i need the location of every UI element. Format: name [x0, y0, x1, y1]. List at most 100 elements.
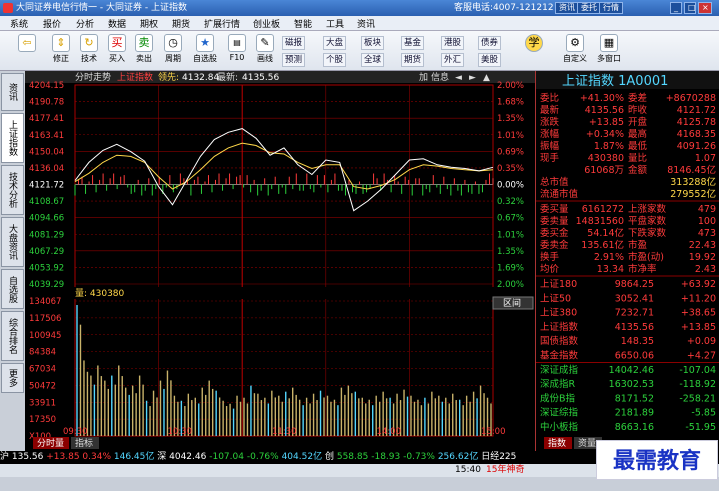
index-name[interactable]: 上证180 [540, 279, 577, 290]
chart-prev-value: 4132.84 [182, 73, 219, 83]
price-tick-label: 4150.04 [29, 147, 64, 157]
index-change: +38.65 [681, 308, 716, 319]
window-title: 大同证券电信行情一 - 大同证券 - 上证指数 [16, 3, 187, 13]
tab-ranking[interactable]: 综合排名 [1, 311, 24, 361]
time-tick-label: 09:30 [63, 427, 88, 437]
index-name[interactable]: 基金指数 [540, 350, 579, 362]
tab-tech-analysis[interactable]: 技术分析 [1, 165, 24, 215]
index-name[interactable]: 上证380 [540, 308, 577, 319]
news-button[interactable]: 资讯 [555, 2, 579, 14]
info-value: +13.85 [589, 117, 624, 128]
info-value: 22.43 [689, 240, 716, 251]
tab-market-news[interactable]: 大盘资讯 [1, 217, 24, 267]
price-line [74, 128, 494, 212]
index-name[interactable]: 深证综指 [540, 407, 579, 419]
intraday-chart[interactable]: 分时走势 上证指数 领先: 4132.84 最新: 4135.56 加 信息 ◄… [25, 71, 535, 451]
tech-button[interactable]: ↻ 技术 [76, 34, 102, 68]
info-label: 委买量 [540, 203, 569, 215]
menu-quote[interactable]: 报价 [43, 17, 61, 30]
dropdown-hk[interactable]: 港股 [441, 36, 465, 50]
info-tab-volume[interactable]: 资量 [578, 438, 596, 449]
f10-button[interactable]: ▤ F10 [224, 34, 250, 68]
index-name[interactable]: 成份B指 [540, 392, 576, 404]
info-value: 8146.45亿 [667, 164, 716, 176]
minimize-icon[interactable]: _ [670, 2, 682, 14]
close-icon[interactable]: × [698, 2, 712, 14]
draw-button[interactable]: ✎ 画线 [252, 34, 278, 68]
sell-button[interactable]: 卖卖出 [131, 34, 157, 68]
study-icon: 学 [525, 34, 543, 52]
bottom-tab-volume[interactable]: 分时量 [37, 437, 64, 449]
dropdown-crack[interactable]: 磁报 [282, 36, 306, 50]
maximize-icon[interactable]: □ [684, 2, 696, 14]
index-name[interactable]: 深证成指 [540, 364, 579, 376]
dropdown-us[interactable]: 美股 [478, 53, 502, 67]
tab-more[interactable]: 更多 [1, 363, 24, 393]
toolbar: ⇦ ⇕ 修正 ↻ 技术 买买入 卖卖出 ◷ 周期 ★ 自选股 ▤ F10 ✎ 画线 磁报 大… [0, 31, 719, 71]
menu-tools[interactable]: 工具 [326, 17, 344, 30]
volume-tick-label: 117506 [29, 314, 61, 324]
info-label: 市盈 [628, 239, 648, 251]
buy-button[interactable]: 买买入 [104, 34, 130, 68]
buy-icon: 买 [108, 34, 126, 52]
bottom-tab-indicator[interactable]: 指标 [75, 437, 93, 449]
tab-watchlist[interactable]: 自选股 [1, 269, 24, 309]
custom-button[interactable]: ⚙ 自定义 [560, 34, 590, 68]
menu-extended[interactable]: 扩展行情 [204, 17, 240, 30]
info-tab-index[interactable]: 指数 [548, 437, 566, 449]
dropdown-fund[interactable]: 基金 [401, 36, 425, 50]
period-button[interactable]: ◷ 周期 [160, 34, 186, 68]
menu-smart[interactable]: 智能 [294, 17, 312, 30]
index-change: +4.27 [687, 351, 716, 362]
quote-info-panel: 上证指数 1A0001 委比 +41.30% 委差 +8670288 最新 4135.56… [535, 71, 719, 451]
index-change: -5.85 [691, 408, 716, 419]
info-value: 61068万 [584, 165, 624, 176]
dropdown-futures[interactable]: 期货 [401, 53, 425, 67]
dropdown-sector[interactable]: 板块 [361, 36, 385, 50]
tab-news[interactable]: 资讯 [1, 73, 24, 111]
chart-info-button[interactable]: 信息 [431, 71, 449, 83]
revise-button[interactable]: ⇕ 修正 [48, 34, 74, 68]
price-tick-label: 4190.78 [29, 98, 64, 108]
menu-chinext[interactable]: 创业板 [253, 17, 280, 30]
back-button[interactable]: ⇦ [14, 34, 40, 68]
dropdown-global[interactable]: 全球 [361, 53, 385, 67]
menu-news[interactable]: 资讯 [357, 17, 375, 30]
index-name[interactable]: 上证50 [540, 293, 571, 304]
left-tab-strip: 资讯 上证指数 技术分析 大盘资讯 自选股 综合排名 更多 [0, 71, 25, 451]
menu-options[interactable]: 期权 [140, 17, 158, 30]
volume-range-button[interactable]: 区间 [503, 297, 521, 309]
menu-futures[interactable]: 期货 [172, 17, 190, 30]
chart-nav-left-icon[interactable]: ◄ [455, 73, 462, 83]
dropdown-stock[interactable]: 个股 [323, 53, 347, 67]
index-value: 148.35 [621, 336, 654, 347]
study-button[interactable]: 学 [523, 34, 545, 68]
title-bar: 大同证券电信行情一 - 大同证券 - 上证指数 客服电话:4007-121212… [0, 0, 719, 16]
pct-tick-label: 0.69% [497, 147, 524, 157]
dropdown-forex[interactable]: 外汇 [441, 53, 465, 67]
tab-sh-index[interactable]: 上证指数 [1, 113, 24, 163]
info-label: 昨收 [628, 104, 648, 116]
index-name[interactable]: 深成指R [540, 378, 576, 390]
trade-button[interactable]: 委托 [577, 2, 601, 14]
chart-nav-right-icon[interactable]: ► [469, 73, 476, 83]
index-name[interactable]: 中小板指 [540, 421, 579, 433]
info-value: 54.14亿 [587, 227, 624, 239]
watchlist-button[interactable]: ★ 自选股 [192, 34, 218, 68]
info-value: 19.92 [689, 252, 716, 263]
index-name[interactable]: 国债指数 [540, 335, 579, 347]
dropdown-market[interactable]: 大盘 [323, 36, 347, 50]
chart-add-button[interactable]: 加 [419, 72, 428, 83]
info-label: 总市值 [540, 176, 569, 188]
index-name[interactable]: 上证指数 [540, 321, 579, 333]
info-label: 最低 [628, 140, 648, 152]
multiwindow-button[interactable]: ▦ 多窗口 [594, 34, 624, 68]
menu-data[interactable]: 数据 [108, 17, 126, 30]
quote-button[interactable]: 行情 [599, 2, 623, 14]
dropdown-forecast[interactable]: 预测 [282, 53, 306, 67]
dropdown-bond[interactable]: 债券 [478, 36, 502, 50]
menu-system[interactable]: 系统 [10, 17, 28, 30]
ticker-nikkei: 日经225 [481, 452, 517, 462]
menu-analysis[interactable]: 分析 [76, 17, 94, 30]
chart-zoom-icon[interactable]: ▲ [483, 73, 490, 83]
